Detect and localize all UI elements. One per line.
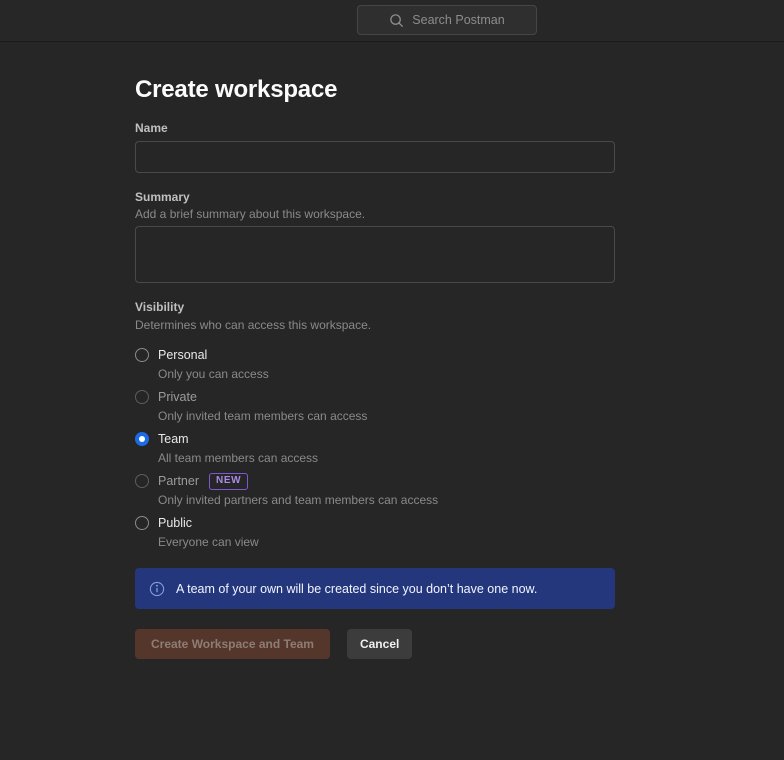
option-description: Only you can access	[158, 367, 615, 382]
option-description: Only invited partners and team members c…	[158, 493, 615, 508]
option-label: Private	[158, 389, 197, 405]
radio-personal[interactable]	[135, 348, 149, 362]
search-input[interactable]: Search Postman	[357, 5, 537, 35]
create-workspace-and-team-button[interactable]: Create Workspace and Team	[135, 629, 330, 659]
new-badge: NEW	[209, 473, 248, 490]
visibility-helper: Determines who can access this workspace…	[135, 318, 615, 333]
team-creation-notice: A team of your own will be created since…	[135, 568, 615, 609]
option-label: Partner	[158, 473, 199, 489]
form-actions: Create Workspace and Team Cancel	[135, 629, 615, 659]
visibility-option-private[interactable]: Private Only invited team members can ac…	[135, 389, 615, 424]
visibility-option-public[interactable]: Public Everyone can view	[135, 515, 615, 550]
name-field[interactable]	[135, 141, 615, 173]
name-label: Name	[135, 121, 615, 136]
visibility-options: Personal Only you can access Private Onl…	[135, 347, 615, 550]
info-icon	[149, 581, 165, 597]
page-title: Create workspace	[135, 76, 615, 104]
option-description: Everyone can view	[158, 535, 615, 550]
option-label: Team	[158, 431, 189, 447]
search-icon	[389, 13, 404, 28]
radio-public[interactable]	[135, 516, 149, 530]
notice-text: A team of your own will be created since…	[176, 582, 537, 596]
search-placeholder: Search Postman	[412, 13, 504, 27]
visibility-label: Visibility	[135, 300, 615, 315]
option-label: Public	[158, 515, 192, 531]
visibility-option-personal[interactable]: Personal Only you can access	[135, 347, 615, 382]
visibility-option-partner[interactable]: Partner NEW Only invited partners and te…	[135, 473, 615, 508]
option-description: Only invited team members can access	[158, 409, 615, 424]
summary-label: Summary	[135, 190, 615, 205]
visibility-option-team[interactable]: Team All team members can access	[135, 431, 615, 466]
radio-private[interactable]	[135, 390, 149, 404]
cancel-button[interactable]: Cancel	[347, 629, 412, 659]
summary-helper: Add a brief summary about this workspace…	[135, 207, 615, 222]
radio-partner[interactable]	[135, 474, 149, 488]
top-bar: Search Postman	[0, 0, 784, 42]
create-workspace-page: Create workspace Name Summary Add a brie…	[0, 42, 784, 659]
summary-field[interactable]	[135, 226, 615, 283]
option-description: All team members can access	[158, 451, 615, 466]
radio-team-selected[interactable]	[135, 432, 149, 446]
option-label: Personal	[158, 347, 207, 363]
